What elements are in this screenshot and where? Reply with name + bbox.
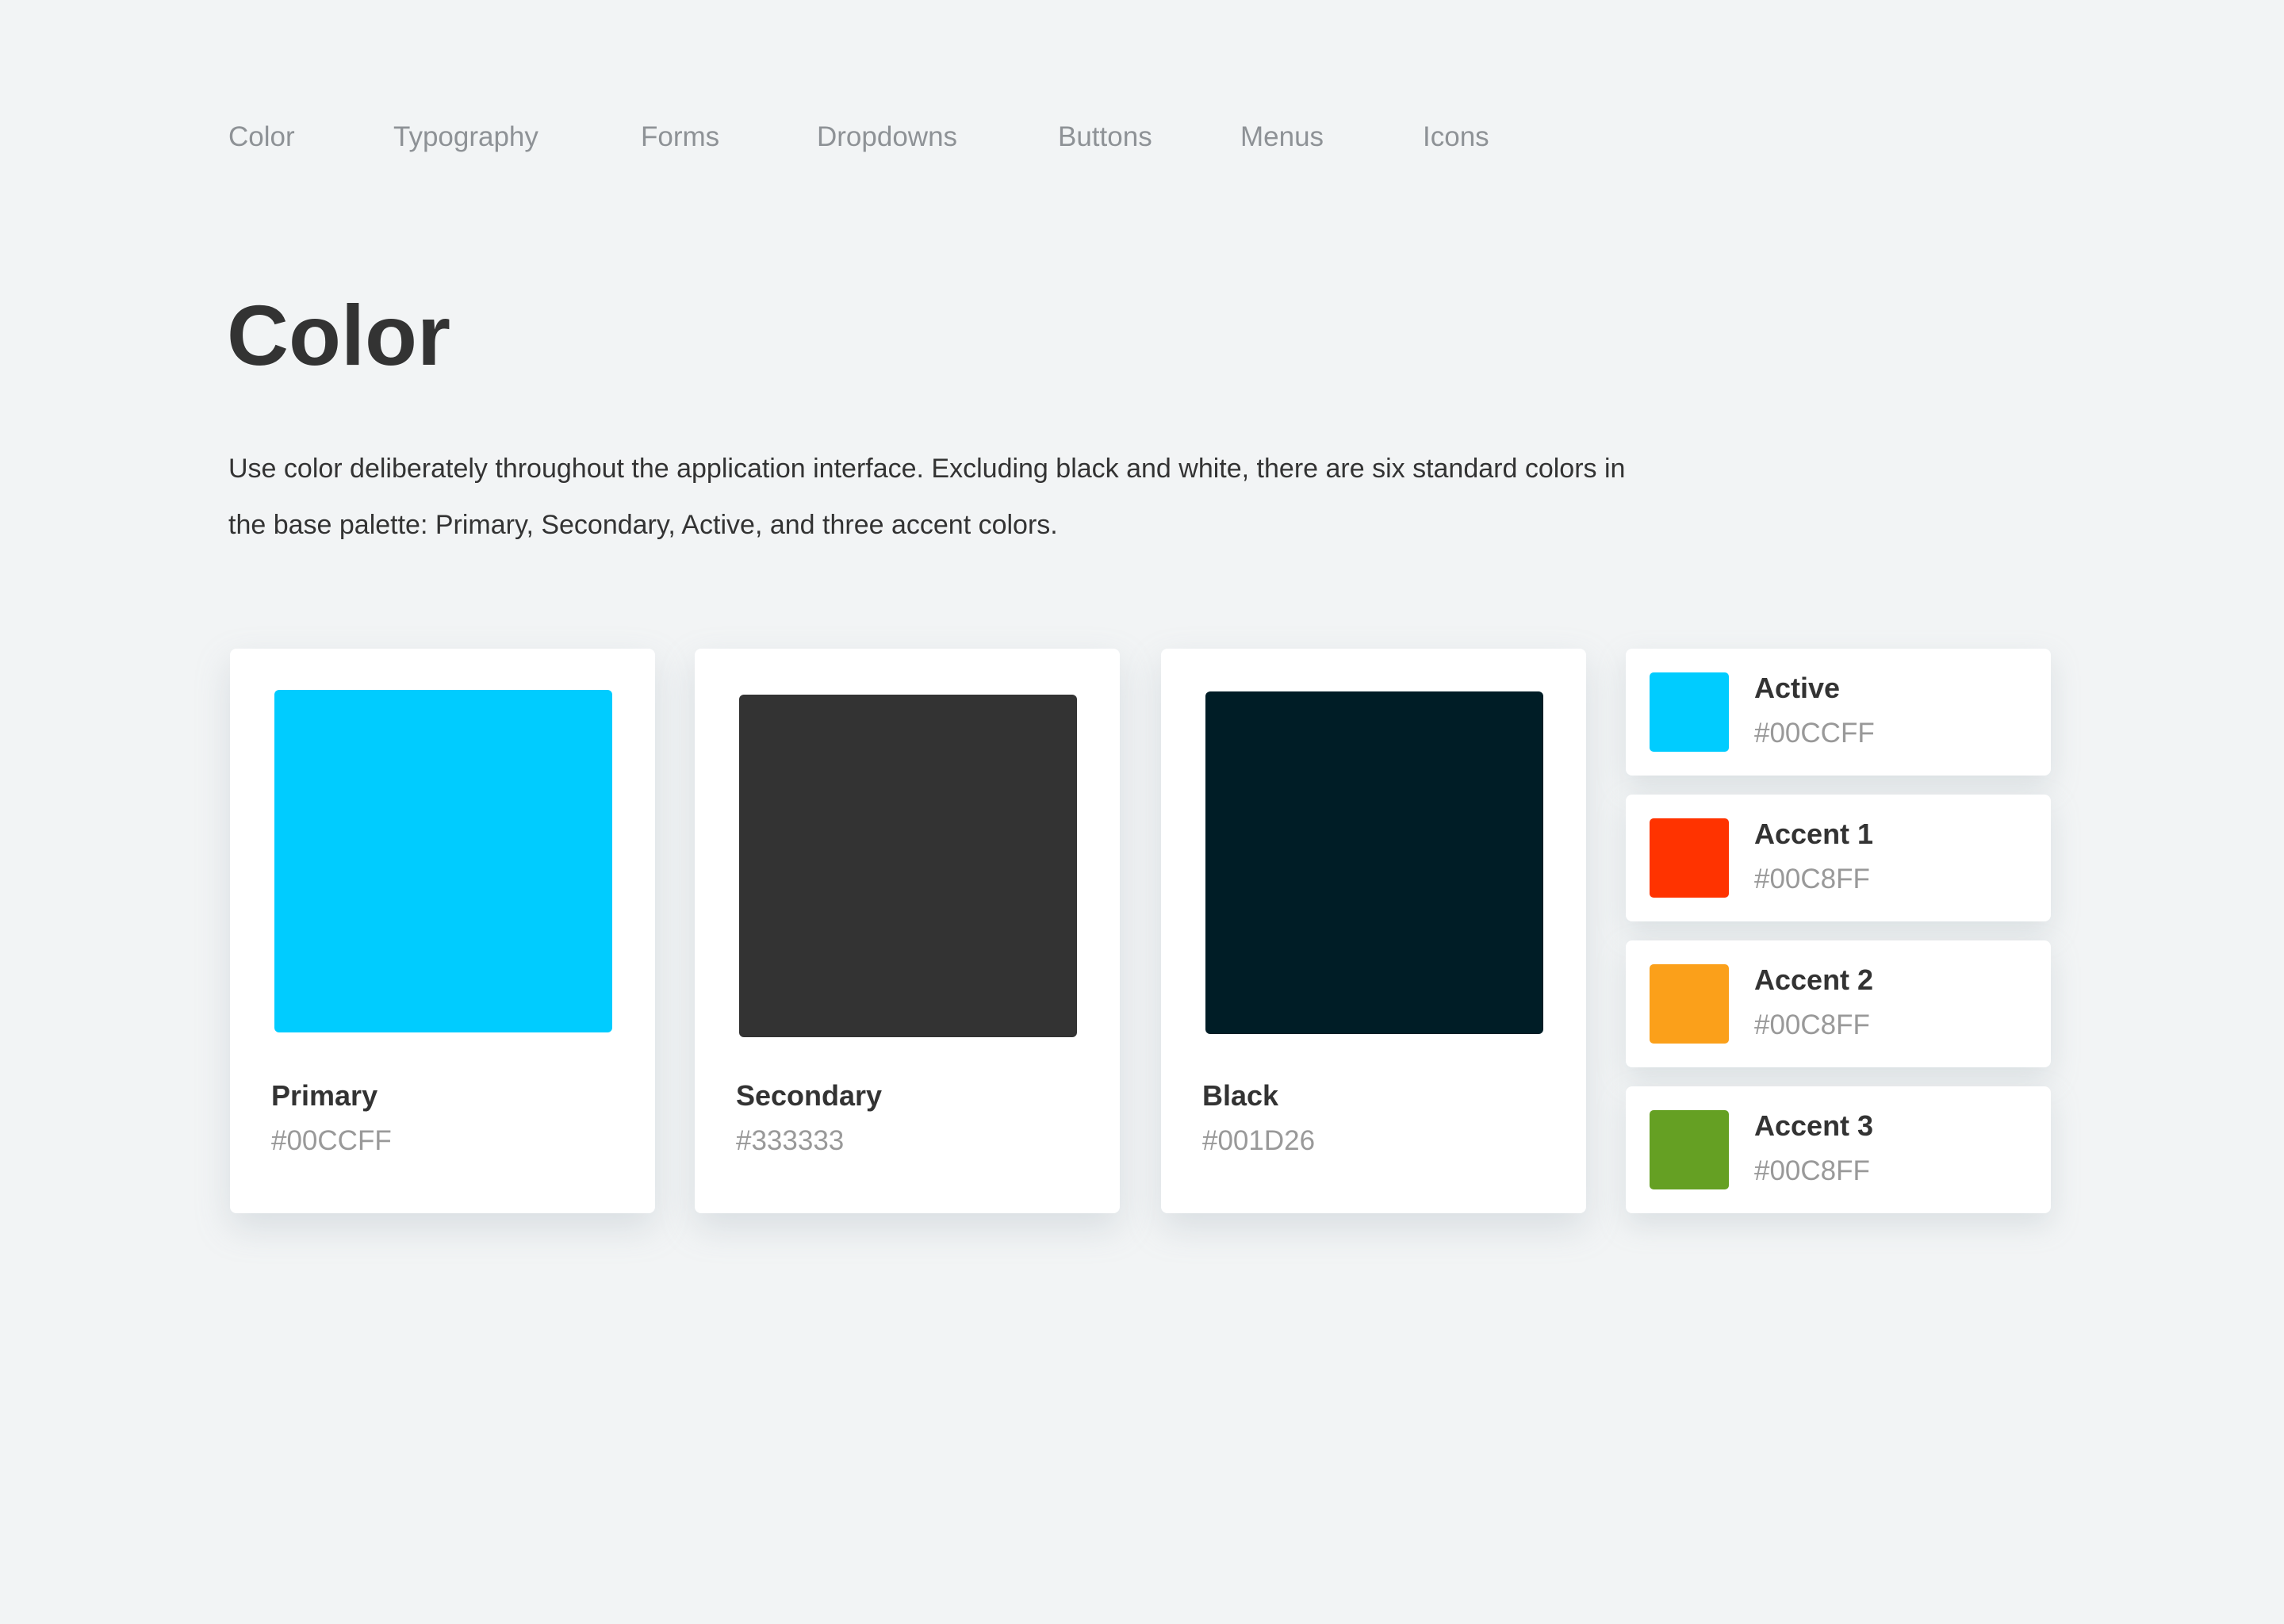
nav-item-menus[interactable]: Menus — [1240, 121, 1324, 154]
color-hex-accent-2: #00C8FF — [1754, 1009, 1870, 1040]
color-row-active: Active #00CCFF — [1626, 649, 2051, 776]
color-swatch-accent-2 — [1650, 964, 1729, 1044]
color-row-accent-1: Accent 1 #00C8FF — [1626, 795, 2051, 921]
color-hex-primary: #00CCFF — [271, 1125, 392, 1156]
nav-item-dropdowns[interactable]: Dropdowns — [817, 121, 957, 154]
color-name-accent-3: Accent 3 — [1754, 1109, 1874, 1142]
color-hex-secondary: #333333 — [736, 1125, 845, 1156]
color-swatch-secondary — [739, 695, 1077, 1037]
color-row-accent-2: Accent 2 #00C8FF — [1626, 940, 2051, 1067]
color-swatch-active — [1650, 672, 1729, 752]
color-card-secondary: Secondary #333333 — [695, 649, 1120, 1213]
page-title: Color — [227, 287, 450, 383]
color-name-accent-2: Accent 2 — [1754, 963, 1874, 996]
color-hex-accent-1: #00C8FF — [1754, 864, 1870, 894]
page-description: Use color deliberately throughout the ap… — [228, 454, 1626, 540]
color-name-black: Black — [1202, 1079, 1279, 1112]
nav-item-forms[interactable]: Forms — [641, 121, 719, 154]
color-hex-active: #00CCFF — [1754, 718, 1875, 749]
nav-item-typography[interactable]: Typography — [393, 121, 538, 154]
color-swatch-accent-3 — [1650, 1110, 1729, 1189]
nav-item-buttons[interactable]: Buttons — [1058, 121, 1152, 154]
color-name-accent-1: Accent 1 — [1754, 818, 1874, 850]
color-hex-black: #001D26 — [1202, 1125, 1316, 1156]
color-name-secondary: Secondary — [736, 1079, 883, 1112]
nav-item-icons[interactable]: Icons — [1423, 121, 1489, 154]
color-guide-page: Color Typography Forms Dropdowns Buttons… — [0, 0, 2284, 1624]
color-name-primary: Primary — [271, 1079, 378, 1112]
color-card-primary: Primary #00CCFF — [230, 649, 655, 1213]
color-card-black: Black #001D26 — [1161, 649, 1586, 1213]
color-name-active: Active — [1754, 672, 1841, 704]
color-hex-accent-3: #00C8FF — [1754, 1155, 1870, 1186]
color-swatch-primary — [274, 690, 612, 1032]
color-row-accent-3: Accent 3 #00C8FF — [1626, 1086, 2051, 1213]
color-swatch-black — [1205, 691, 1543, 1034]
color-swatch-accent-1 — [1650, 818, 1729, 898]
nav-item-color[interactable]: Color — [228, 121, 295, 154]
